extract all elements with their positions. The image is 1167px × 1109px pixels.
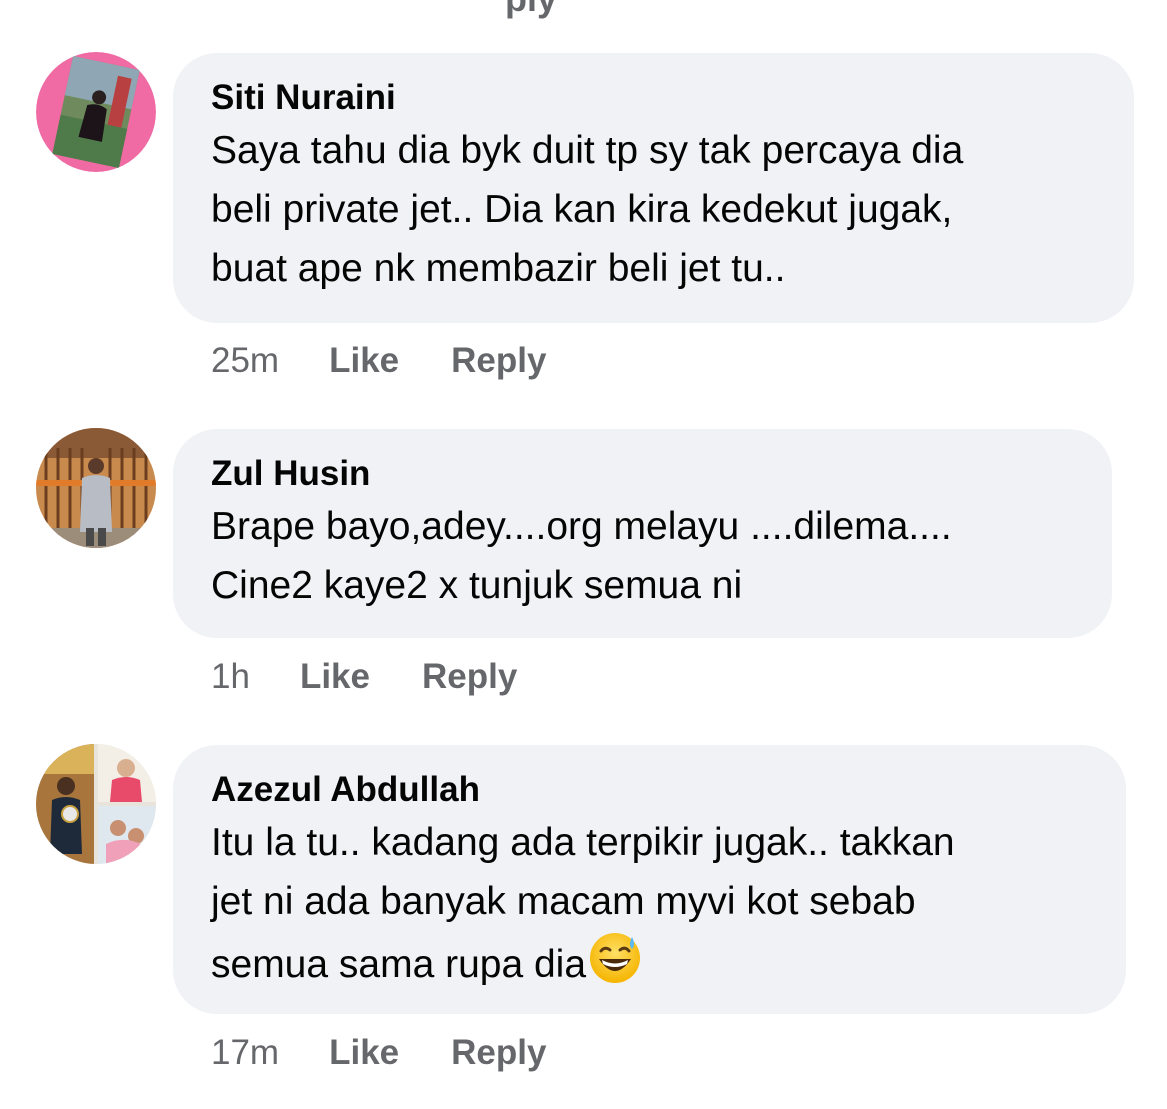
comment-bubble: Azezul Abdullah Itu la tu.. kadang ada t… bbox=[173, 745, 1126, 1014]
comment-timestamp[interactable]: 1h bbox=[211, 657, 250, 697]
comment-timestamp[interactable]: 25m bbox=[211, 341, 279, 381]
like-button[interactable]: Like bbox=[329, 1033, 399, 1073]
profile-photo-icon bbox=[36, 52, 156, 172]
comment-author[interactable]: Azezul Abdullah bbox=[211, 767, 1092, 813]
comment-text: Saya tahu dia byk duit tp sy tak percaya… bbox=[211, 129, 964, 290]
comment-author[interactable]: Zul Husin bbox=[211, 451, 1078, 497]
comment-text: Brape bayo,adey....org melayu ....dilema… bbox=[211, 505, 952, 607]
reply-button[interactable]: Reply bbox=[451, 1033, 546, 1073]
top-cut-reply-text: ply bbox=[505, 0, 557, 20]
reply-button[interactable]: Reply bbox=[422, 657, 517, 697]
like-button[interactable]: Like bbox=[300, 657, 370, 697]
comment-author[interactable]: Siti Nuraini bbox=[211, 75, 1100, 121]
profile-photo-icon bbox=[36, 744, 156, 864]
like-button[interactable]: Like bbox=[329, 341, 399, 381]
comment-timestamp[interactable]: 17m bbox=[211, 1033, 279, 1073]
comment-actions: 1h Like Reply bbox=[211, 657, 517, 697]
grinning-face-with-sweat-icon bbox=[588, 931, 642, 1002]
comment-bubble: Zul Husin Brape bayo,adey....org melayu … bbox=[173, 429, 1112, 638]
comment-actions: 25m Like Reply bbox=[211, 341, 546, 381]
comment-bubble: Siti Nuraini Saya tahu dia byk duit tp s… bbox=[173, 53, 1134, 323]
reply-button[interactable]: Reply bbox=[451, 341, 546, 381]
comment-text-content: Itu la tu.. kadang ada terpikir jugak.. … bbox=[211, 821, 955, 986]
avatar[interactable] bbox=[36, 428, 156, 548]
avatar[interactable] bbox=[36, 744, 156, 864]
avatar[interactable] bbox=[36, 52, 156, 172]
comment-text: Itu la tu.. kadang ada terpikir jugak.. … bbox=[211, 813, 1092, 1002]
comment-actions: 17m Like Reply bbox=[211, 1033, 546, 1073]
profile-photo-icon bbox=[36, 428, 156, 548]
